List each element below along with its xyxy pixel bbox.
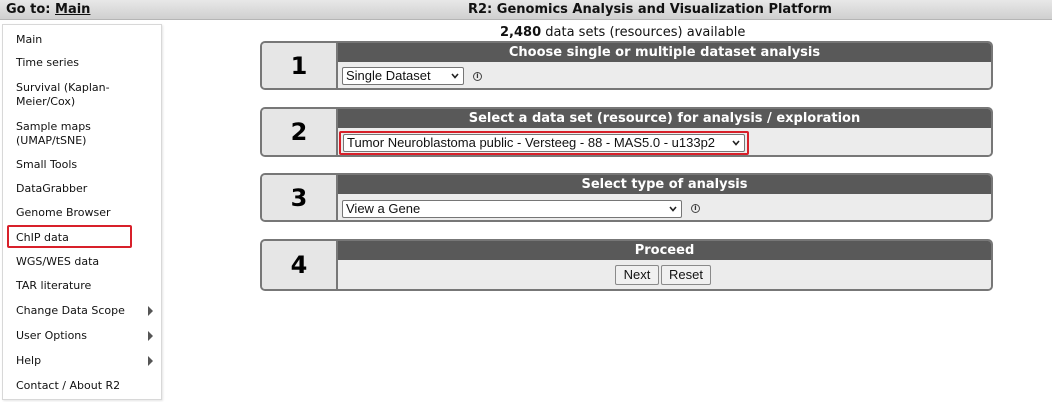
step-4-panel: 4 Proceed Next Reset	[260, 239, 993, 291]
step-number: 1	[262, 43, 338, 88]
chevron-down-icon	[732, 140, 740, 146]
step-title: Choose single or multiple dataset analys…	[338, 43, 991, 62]
analysis-type-select[interactable]: View a Gene	[342, 200, 682, 218]
step-2-panel: 2 Select a data set (resource) for analy…	[260, 107, 993, 157]
dataset-count-suffix: data sets (resources) available	[541, 25, 746, 40]
select-value: View a Gene	[346, 201, 421, 216]
select-value: Tumor Neuroblastoma public - Versteeg - …	[347, 135, 716, 150]
chip-data-highlight	[7, 225, 132, 248]
step-title: Select a data set (resource) for analysi…	[338, 109, 991, 128]
sidebar-item-label: Contact / About R2	[16, 379, 121, 392]
step-body: View a Gene i	[338, 194, 991, 220]
step-number: 4	[262, 241, 338, 289]
step-number: 2	[262, 109, 338, 155]
step-body: Next Reset	[338, 260, 991, 289]
sidebar-item-sample-maps[interactable]: Sample maps (UMAP/tSNE)	[16, 120, 155, 148]
sidebar-item-label: Survival (Kaplan- Meier/Cox)	[16, 81, 110, 108]
goto-nav: Go to: Main	[6, 2, 90, 17]
sidebar-item-small-tools[interactable]: Small Tools	[16, 158, 155, 172]
chevron-right-icon	[148, 356, 153, 366]
sidebar-item-label: Help	[16, 354, 42, 367]
sidebar-item-label: DataGrabber	[16, 182, 88, 195]
sidebar-menu: Main Time series Survival (Kaplan- Meier…	[2, 24, 162, 400]
dataset-count: 2,480 data sets (resources) available	[500, 25, 745, 40]
chevron-right-icon	[148, 306, 153, 316]
chevron-down-icon	[451, 73, 459, 79]
step-3-panel: 3 Select type of analysis View a Gene i	[260, 173, 993, 222]
goto-label: Go to:	[6, 2, 51, 17]
step-body: Tumor Neuroblastoma public - Versteeg - …	[338, 128, 991, 155]
next-button[interactable]: Next	[615, 265, 659, 285]
sidebar-item-wgs-wes-data[interactable]: WGS/WES data	[16, 255, 155, 269]
sidebar-item-label: Main	[16, 33, 43, 46]
step-number: 3	[262, 175, 338, 220]
sidebar-item-user-options[interactable]: User Options	[16, 329, 155, 343]
chevron-right-icon	[148, 331, 153, 341]
info-icon[interactable]: i	[691, 204, 700, 213]
sidebar-item-label: TAR literature	[16, 279, 92, 292]
step-1-panel: 1 Choose single or multiple dataset anal…	[260, 41, 993, 90]
dataset-select[interactable]: Tumor Neuroblastoma public - Versteeg - …	[343, 134, 745, 152]
sidebar-item-label: Time series	[16, 56, 79, 69]
chevron-down-icon	[669, 206, 677, 212]
select-value: Single Dataset	[346, 68, 431, 83]
sidebar-item-main[interactable]: Main	[16, 33, 155, 47]
sidebar-item-tar-literature[interactable]: TAR literature	[16, 279, 155, 293]
sidebar-item-label: Change Data Scope	[16, 304, 125, 317]
sidebar-item-label: Sample maps (UMAP/tSNE)	[16, 120, 91, 147]
sidebar-item-label: WGS/WES data	[16, 255, 100, 268]
sidebar-item-time-series[interactable]: Time series	[16, 56, 155, 70]
sidebar-item-contact-about[interactable]: Contact / About R2	[16, 379, 155, 393]
dataset-count-number: 2,480	[500, 25, 542, 40]
goto-main-link[interactable]: Main	[55, 2, 90, 17]
sidebar-item-survival[interactable]: Survival (Kaplan- Meier/Cox)	[16, 81, 155, 109]
reset-button[interactable]: Reset	[661, 265, 711, 285]
sidebar-item-datagrabber[interactable]: DataGrabber	[16, 182, 155, 196]
sidebar-item-help[interactable]: Help	[16, 354, 155, 368]
step-title: Proceed	[338, 241, 991, 260]
sidebar-item-genome-browser[interactable]: Genome Browser	[16, 206, 155, 220]
sidebar-item-label: Small Tools	[16, 158, 78, 171]
sidebar-item-label: Genome Browser	[16, 206, 111, 219]
sidebar-item-change-data-scope[interactable]: Change Data Scope	[16, 304, 155, 318]
page-title: R2: Genomics Analysis and Visualization …	[468, 2, 832, 17]
analysis-mode-select[interactable]: Single Dataset	[342, 67, 464, 85]
step-body: Single Dataset i	[338, 62, 991, 88]
top-bar: Go to: Main R2: Genomics Analysis and Vi…	[0, 0, 1052, 20]
sidebar-item-label: User Options	[16, 329, 88, 342]
info-icon[interactable]: i	[473, 72, 482, 81]
step-title: Select type of analysis	[338, 175, 991, 194]
